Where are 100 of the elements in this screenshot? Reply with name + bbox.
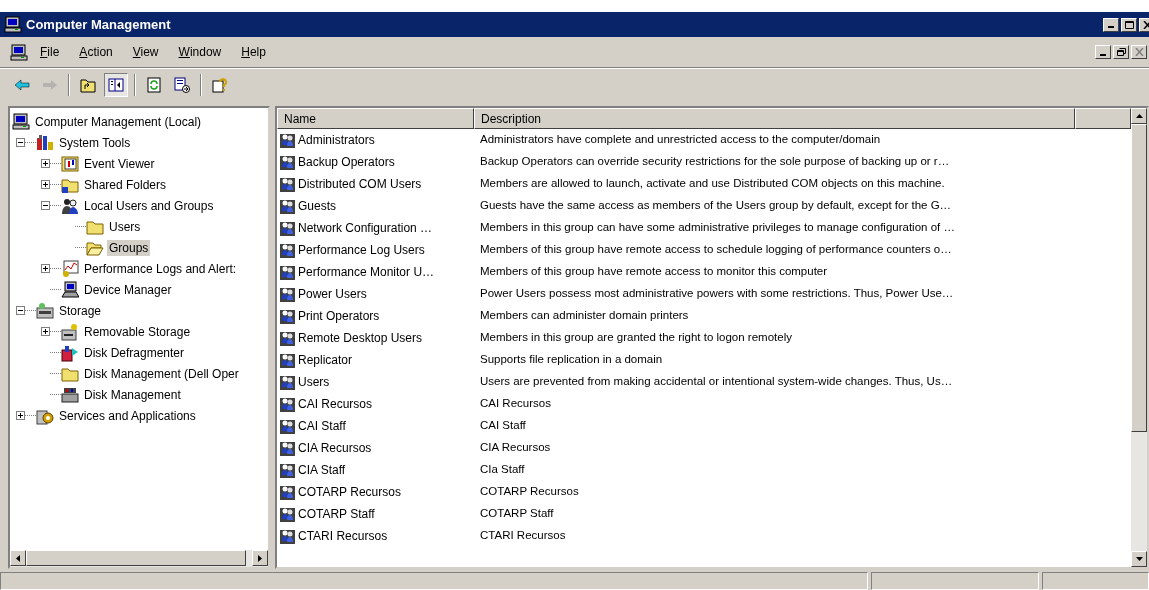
group-name[interactable]: Guests [298, 197, 336, 215]
tree-item[interactable]: Users [107, 218, 143, 235]
group-name[interactable]: Performance Log Users [298, 241, 425, 259]
tape-drive-icon [61, 322, 79, 341]
storage-icon [36, 301, 54, 320]
right-arrow-icon [258, 554, 262, 562]
group-name[interactable]: CTARI Recursos [298, 527, 388, 545]
group-icon [279, 131, 297, 149]
menu-item[interactable]: View [124, 43, 167, 61]
maximize-button[interactable] [1121, 17, 1137, 32]
group-description: Backup Operators can override security restrictions for the sole purpose of backing up or r… [479, 154, 950, 170]
group-name[interactable]: Network Configuration … [298, 219, 433, 237]
group-name[interactable]: Replicator [298, 351, 353, 369]
scroll-thumb[interactable] [1131, 124, 1147, 432]
window-title: Computer Management [26, 15, 171, 34]
computer-icon [4, 16, 22, 33]
computer-icon [12, 113, 30, 130]
group-name[interactable]: COTARP Staff [298, 505, 375, 523]
group-name[interactable]: Users [298, 373, 330, 391]
min-glyph-icon [1100, 53, 1106, 56]
back-arrow-icon [14, 76, 30, 93]
group-description: Users are prevented from making accidental or intentional system-wide changes. Thus, Us… [479, 374, 953, 390]
group-description: CAI Recursos [479, 396, 551, 412]
group-name[interactable]: Performance Monitor U… [298, 263, 435, 281]
group-icon [279, 395, 297, 413]
expand-icon[interactable] [41, 180, 50, 189]
users-icon [61, 196, 79, 215]
tree-item[interactable]: Removable Storage [82, 323, 193, 340]
menu-item[interactable]: Action [71, 43, 121, 61]
disk-drive-icon [61, 385, 79, 404]
group-icon [279, 505, 297, 523]
close-button[interactable] [1131, 45, 1147, 59]
toolbar-button[interactable] [104, 72, 128, 97]
computer-icon [10, 43, 28, 61]
group-description: Members in this group can have some administrative privileges to manage configuration of … [479, 220, 955, 236]
group-name[interactable]: CAI Recursos [298, 395, 373, 413]
max-glyph-icon [1124, 20, 1134, 29]
column-header[interactable]: Name [277, 108, 474, 129]
group-description: Members of this group have remote access to schedule logging of performance counters o… [479, 242, 952, 258]
horizontal-scrollbar[interactable] [10, 550, 268, 567]
group-name[interactable]: Remote Desktop Users [298, 329, 423, 347]
help-icon [212, 76, 228, 93]
column-header[interactable]: Description [474, 108, 1075, 129]
tree-item[interactable]: Disk Management [82, 386, 183, 403]
group-description: COTARP Staff [479, 506, 554, 522]
group-icon [279, 263, 297, 281]
group-icon [279, 219, 297, 237]
tree-item[interactable]: Disk Defragmenter [82, 344, 187, 361]
tree-item[interactable]: Shared Folders [82, 176, 169, 193]
tree-item[interactable]: Performance Logs and Alert: [82, 260, 239, 277]
group-icon [279, 197, 297, 215]
group-icon [279, 483, 297, 501]
group-icon [279, 153, 297, 171]
menu-item[interactable]: Help [233, 43, 274, 61]
group-name[interactable]: Distributed COM Users [298, 175, 422, 193]
tree-item[interactable]: Device Manager [82, 281, 174, 298]
group-description: CTARI Recursos [479, 528, 566, 544]
group-description: Supports file replication in a domain [479, 352, 663, 368]
group-icon [279, 307, 297, 325]
minimize-button[interactable] [1103, 17, 1119, 32]
collapse-icon[interactable] [16, 138, 25, 147]
expand-icon[interactable] [41, 327, 50, 336]
group-icon [279, 461, 297, 479]
minimize-button[interactable] [1095, 45, 1111, 59]
tree-item[interactable]: System Tools [57, 134, 133, 151]
tree-item[interactable]: Local Users and Groups [82, 197, 216, 214]
group-description: CAI Staff [479, 418, 526, 434]
tree-item[interactable]: Groups [107, 239, 151, 256]
vertical-scrollbar[interactable] [1131, 108, 1147, 567]
collapse-icon[interactable] [16, 306, 25, 315]
restore-button[interactable] [1113, 45, 1129, 59]
group-icon [279, 439, 297, 457]
menu-item[interactable]: Window [170, 43, 230, 61]
expand-icon[interactable] [41, 264, 50, 273]
group-name[interactable]: COTARP Recursos [298, 483, 401, 501]
tree-item[interactable]: Computer Management (Local) [33, 113, 204, 130]
scroll-up-button[interactable] [1131, 108, 1147, 124]
scroll-down-button[interactable] [1131, 551, 1147, 567]
group-icon [279, 527, 297, 545]
group-name[interactable]: Print Operators [298, 307, 380, 325]
group-name[interactable]: CIA Recursos [298, 439, 372, 457]
scroll-right-button[interactable] [252, 550, 268, 566]
group-name[interactable]: Power Users [298, 285, 367, 303]
group-name[interactable]: Backup Operators [298, 153, 395, 171]
expand-icon[interactable] [41, 159, 50, 168]
tree-item[interactable]: Disk Management (Dell Oper [82, 365, 241, 382]
group-name[interactable]: CIA Staff [298, 461, 346, 479]
tree-item[interactable]: Storage [57, 302, 104, 319]
refresh-icon [146, 76, 162, 93]
group-icon [279, 417, 297, 435]
tree-item[interactable]: Services and Applications [57, 407, 198, 424]
collapse-icon[interactable] [41, 201, 50, 210]
group-name[interactable]: CAI Staff [298, 417, 346, 435]
laptop-icon [61, 280, 79, 299]
tree-item[interactable]: Event Viewer [82, 155, 157, 172]
expand-icon[interactable] [16, 411, 25, 420]
menu-item[interactable]: File [32, 43, 68, 61]
column-header[interactable] [1075, 108, 1131, 129]
scroll-left-button[interactable] [10, 550, 26, 566]
group-name[interactable]: Administrators [298, 131, 375, 149]
